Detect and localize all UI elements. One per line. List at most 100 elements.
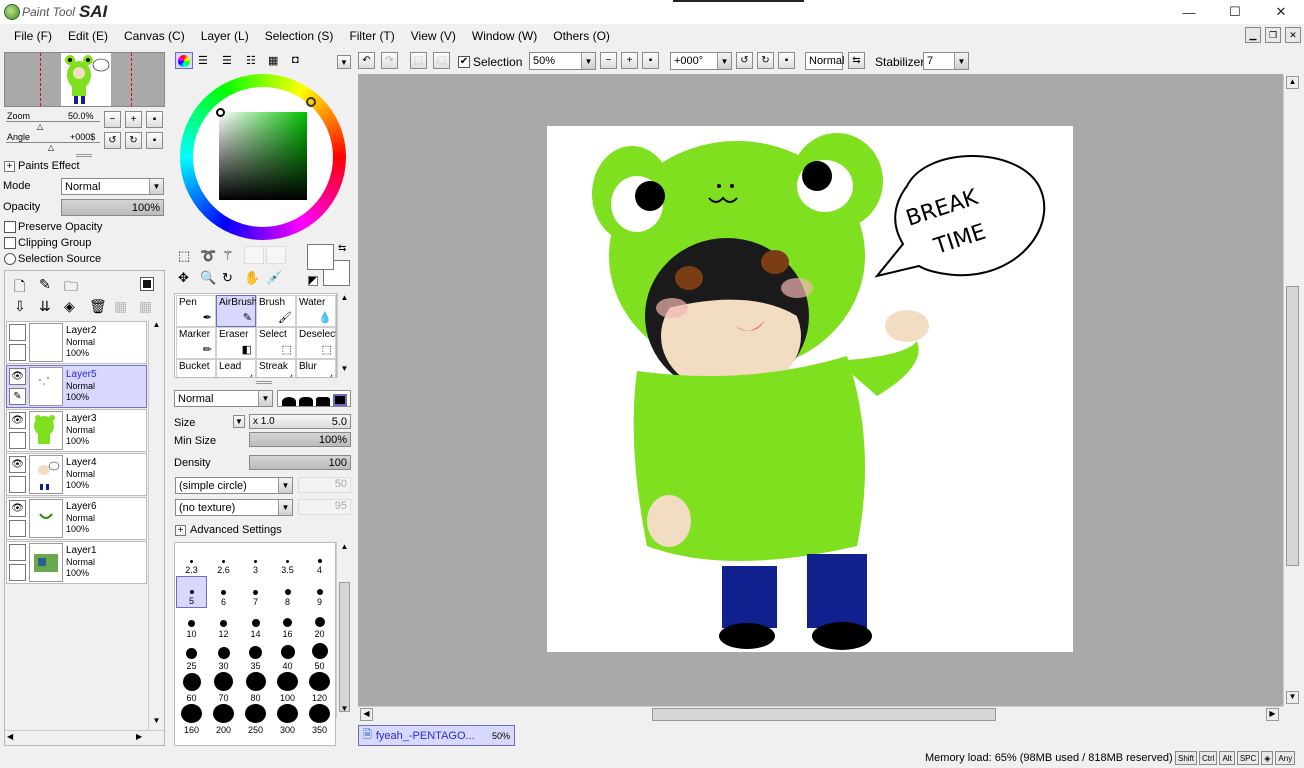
mixer-tab-icon[interactable]: ☷: [246, 54, 256, 67]
rotate-left-icon[interactable]: ↺: [104, 132, 121, 149]
eye-icon[interactable]: 👁: [9, 456, 26, 473]
mdi-close-icon[interactable]: ✕: [1285, 27, 1301, 43]
menu-item-file[interactable]: File (F): [6, 29, 60, 43]
visibility-toggle[interactable]: [9, 544, 26, 561]
scroll-up-icon[interactable]: ▲: [150, 320, 163, 334]
brush-size-item[interactable]: 80: [240, 672, 271, 704]
brush-size-item[interactable]: 70: [208, 672, 239, 704]
clear-layer-icon[interactable]: ◈: [64, 298, 75, 315]
brush-size-item[interactable]: 9: [304, 576, 335, 608]
tool-pen[interactable]: Pen ✒: [176, 295, 216, 327]
scroll-right-icon[interactable]: ▶: [136, 732, 142, 741]
hand-icon[interactable]: ✋: [244, 270, 260, 286]
brush-size-item[interactable]: 100: [272, 672, 303, 704]
minimize-button[interactable]: —: [1166, 0, 1212, 24]
layer-hscrollbar[interactable]: ◀ ▶: [5, 730, 164, 744]
panel-menu-icon[interactable]: ▼: [337, 55, 351, 69]
menu-item-canvas[interactable]: Canvas (C): [116, 29, 193, 43]
min-size-slider[interactable]: 100%: [249, 432, 351, 447]
scroll-down-icon[interactable]: ▼: [150, 716, 163, 730]
rotate-right-icon[interactable]: ↻: [125, 132, 142, 149]
edge-hard-icon[interactable]: [315, 397, 330, 406]
toolbar-rotate-right-icon[interactable]: ↻: [757, 52, 774, 69]
scroll-up-icon[interactable]: ▲: [338, 293, 351, 307]
reset-colors-icon[interactable]: [308, 276, 318, 286]
menu-item-view[interactable]: View (V): [403, 29, 464, 43]
layer-lock-toggle[interactable]: [9, 520, 26, 537]
mode-dropdown[interactable]: Normal ▼: [61, 178, 164, 195]
close-button[interactable]: ✕: [1258, 0, 1304, 24]
tool-brush[interactable]: Brush 🖌: [256, 295, 296, 327]
delete-layer-icon[interactable]: 🗑: [89, 298, 107, 315]
brush-texture-dropdown[interactable]: (no texture) ▼: [175, 499, 293, 516]
layer-row[interactable]: 👁 Layer3 Normal 100%: [6, 409, 147, 452]
rect-select-icon[interactable]: ⬚: [178, 248, 190, 264]
edge-medium-icon[interactable]: [298, 397, 313, 406]
new-layer-icon[interactable]: 🗋: [14, 276, 25, 300]
canvas-tab[interactable]: 🗎 fyeah_-PENTAGO... 50%: [358, 725, 515, 746]
menu-item-edit[interactable]: Edit (E): [60, 29, 116, 43]
menu-item-filter[interactable]: Filter (T): [341, 29, 402, 43]
scratchpad-tab-icon[interactable]: ◘: [292, 54, 299, 66]
merge-down-icon[interactable]: ⇊: [39, 298, 51, 315]
toolbar-zoom-reset-icon[interactable]: ▪: [642, 52, 659, 69]
eye-icon[interactable]: 👁: [9, 412, 26, 429]
saturation-value-square[interactable]: [219, 112, 307, 200]
brush-size-item[interactable]: 30: [208, 640, 239, 672]
clipping-group-checkbox[interactable]: [4, 237, 16, 252]
brush-size-item[interactable]: 7: [240, 576, 271, 608]
size-mult-dropdown-icon[interactable]: ▼: [233, 415, 245, 428]
tool-blur[interactable]: Blur ╱: [296, 359, 336, 377]
brush-shape-dropdown[interactable]: (simple circle) ▼: [175, 477, 293, 494]
tool-lead[interactable]: Lead ╱: [216, 359, 256, 377]
canvas[interactable]: BREAK TIME: [547, 126, 1073, 652]
layer-row[interactable]: 👁 Layer6 Normal 100%: [6, 497, 147, 540]
brush-size-item[interactable]: 14: [240, 608, 271, 640]
layer-lock-toggle[interactable]: [9, 564, 26, 581]
color-wheel-tab[interactable]: [175, 52, 193, 69]
lasso-icon[interactable]: ➰: [200, 248, 216, 264]
brush-size-item[interactable]: 16: [272, 608, 303, 640]
brush-size-item[interactable]: 35: [240, 640, 271, 672]
swap-colors-icon[interactable]: ⇆: [338, 243, 346, 254]
sv-picker-handle[interactable]: [216, 108, 225, 117]
pencil-icon[interactable]: ✎: [9, 388, 26, 405]
toolbar-rotate-reset-icon[interactable]: ▪: [778, 52, 795, 69]
maximize-button[interactable]: ☐: [1212, 0, 1258, 24]
opacity-slider[interactable]: 100%: [61, 199, 164, 216]
layer-lock-toggle[interactable]: [9, 432, 26, 449]
brush-size-item[interactable]: 60: [176, 672, 207, 704]
visibility-toggle[interactable]: [9, 324, 26, 341]
zoom-in-icon[interactable]: +: [125, 111, 142, 128]
menu-item-window[interactable]: Window (W): [464, 29, 545, 43]
layer-row[interactable]: Layer2 Normal 100%: [6, 321, 147, 364]
brush-size-item[interactable]: 12: [208, 608, 239, 640]
flip-horizontal-icon[interactable]: ⇆: [848, 52, 865, 69]
workspace-vscrollbar[interactable]: ▲ ▼: [1283, 74, 1300, 706]
scroll-thumb[interactable]: [339, 582, 350, 712]
hue-picker-handle[interactable]: [306, 97, 316, 107]
edge-soft-icon[interactable]: [281, 397, 296, 406]
scroll-right-icon[interactable]: ▶: [1266, 708, 1279, 721]
selection-checkbox[interactable]: ✔: [458, 55, 470, 68]
layer-lock-toggle[interactable]: [9, 344, 26, 361]
view-blend-field[interactable]: Normal: [805, 52, 844, 70]
scroll-down-icon[interactable]: ▼: [1286, 691, 1299, 704]
menu-item-layer[interactable]: Layer (L): [193, 29, 257, 43]
layer-row[interactable]: 👁 ✎ Layer5 Normal 100%: [6, 365, 147, 408]
brush-size-item[interactable]: 160: [176, 704, 207, 736]
layer-scrollbar[interactable]: ▲ ▼: [148, 320, 163, 730]
scroll-down-icon[interactable]: ▼: [338, 364, 351, 378]
paints-effect-expand-icon[interactable]: +: [4, 161, 15, 172]
stabilizer-dropdown[interactable]: 7 ▼: [923, 52, 969, 70]
zoom-slider-thumb-icon[interactable]: △: [37, 122, 43, 131]
brush-size-item[interactable]: 350: [304, 704, 335, 736]
scroll-down-icon[interactable]: ▼: [338, 704, 351, 718]
tool-airbrush[interactable]: AirBrush ✎: [216, 295, 257, 327]
brush-size-item[interactable]: 20: [304, 608, 335, 640]
brush-size-item[interactable]: 120: [304, 672, 335, 704]
brush-size-scrollbar[interactable]: ▲ ▼: [336, 542, 351, 718]
brush-blend-dropdown[interactable]: Normal ▼: [174, 390, 273, 407]
rotate-tool-icon[interactable]: ↻: [222, 270, 233, 286]
paints-effect-header[interactable]: Paints Effect: [18, 160, 80, 172]
